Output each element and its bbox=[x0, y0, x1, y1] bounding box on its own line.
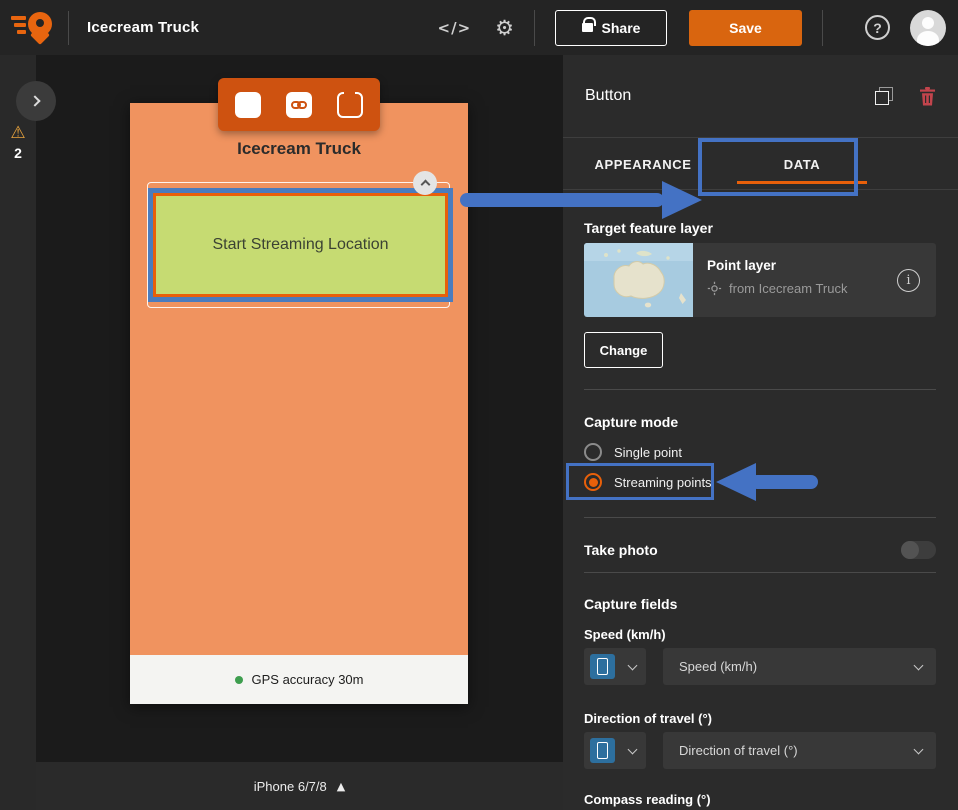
device-selector[interactable]: iPhone 6/7/8 ▲ bbox=[36, 762, 563, 810]
collapse-group-button[interactable] bbox=[413, 171, 437, 195]
tab-data[interactable]: DATA bbox=[723, 139, 881, 189]
active-tab-underline bbox=[737, 181, 867, 184]
share-button-label: Share bbox=[601, 19, 641, 36]
help-button[interactable]: ? bbox=[865, 15, 890, 40]
chevron-down-icon bbox=[627, 744, 638, 754]
section-divider bbox=[584, 389, 936, 390]
chevron-down-icon bbox=[627, 660, 638, 670]
target-layer-heading: Target feature layer bbox=[584, 220, 713, 236]
capture-mode-heading: Capture mode bbox=[584, 414, 679, 430]
panel-title: Button bbox=[585, 87, 632, 104]
left-sidebar: ⚠ 2 bbox=[0, 55, 36, 810]
radio-streaming-points-label: Streaming points bbox=[614, 474, 712, 490]
take-photo-toggle[interactable] bbox=[901, 541, 936, 559]
chevron-down-icon bbox=[913, 660, 924, 670]
outline-square-icon bbox=[337, 90, 363, 118]
info-icon: i bbox=[906, 273, 911, 288]
toolbar-outline-style-button[interactable] bbox=[337, 90, 363, 118]
change-layer-button[interactable]: Change bbox=[584, 332, 663, 368]
share-button[interactable]: Share bbox=[555, 9, 667, 46]
save-button[interactable]: Save bbox=[689, 9, 802, 46]
toolbar-link-button[interactable] bbox=[286, 91, 312, 118]
radio-single-point[interactable]: Single point bbox=[584, 443, 682, 461]
gps-dot-icon bbox=[234, 675, 243, 684]
selection-toolbar bbox=[218, 78, 380, 131]
panel-tabs: APPEARANCE DATA bbox=[563, 139, 958, 190]
point-symbol-icon bbox=[707, 281, 722, 296]
panel-header: Button bbox=[563, 55, 958, 138]
chevron-down-icon bbox=[913, 744, 924, 754]
direction-device-select[interactable] bbox=[584, 732, 646, 769]
speed-field-label: Speed (km/h) bbox=[584, 627, 666, 642]
preview-capture-button[interactable]: Start Streaming Location bbox=[153, 193, 448, 297]
capture-fields-heading: Capture fields bbox=[584, 596, 678, 612]
layer-source: from Icecream Truck bbox=[729, 281, 848, 296]
header-divider bbox=[822, 9, 823, 46]
smartphone-icon bbox=[590, 738, 615, 763]
layer-info-button[interactable]: i bbox=[897, 269, 920, 292]
radio-selected-icon bbox=[584, 473, 602, 491]
lock-icon bbox=[581, 17, 596, 32]
section-divider bbox=[584, 517, 936, 518]
triangle-up-icon: ▲ bbox=[336, 779, 346, 793]
speed-device-select[interactable] bbox=[584, 648, 646, 685]
filled-square-icon bbox=[235, 91, 261, 118]
trash-icon bbox=[920, 86, 935, 105]
layer-card[interactable]: Point layer from Icecream Truck i bbox=[584, 243, 936, 317]
expand-panel-button[interactable] bbox=[16, 81, 56, 121]
direction-field-select[interactable]: Direction of travel (°) bbox=[663, 732, 936, 769]
section-divider bbox=[584, 572, 936, 573]
device-label: iPhone 6/7/8 bbox=[253, 778, 327, 794]
user-avatar[interactable] bbox=[910, 9, 946, 46]
speed-field-select[interactable]: Speed (km/h) bbox=[663, 648, 936, 685]
link-icon bbox=[286, 91, 312, 118]
quickcapture-logo-icon bbox=[10, 10, 56, 46]
gear-icon[interactable]: ⚙ bbox=[495, 16, 514, 40]
direction-field-label: Direction of travel (°) bbox=[584, 711, 712, 726]
header-divider bbox=[68, 10, 69, 45]
warning-indicator[interactable]: ⚠ 2 bbox=[0, 123, 36, 161]
gps-accuracy-text: GPS accuracy 30m bbox=[251, 672, 364, 687]
gps-status-bar: GPS accuracy 30m bbox=[130, 655, 468, 704]
properties-panel: Button APPEARANCE DATA Target feature la bbox=[563, 55, 958, 810]
header-divider bbox=[534, 9, 535, 46]
smartphone-icon bbox=[590, 654, 615, 679]
compass-field-label: Compass reading (°) bbox=[584, 792, 711, 807]
tab-data-label: DATA bbox=[783, 156, 821, 172]
tab-appearance[interactable]: APPEARANCE bbox=[563, 139, 723, 189]
delete-button[interactable] bbox=[919, 86, 936, 106]
chevron-right-icon bbox=[28, 95, 41, 107]
chevron-up-icon bbox=[420, 179, 430, 190]
toolbar-solid-style-button[interactable] bbox=[235, 91, 261, 118]
design-canvas: Icecream Truck GPS accuracy 30m Start St… bbox=[36, 55, 563, 762]
layer-name: Point layer bbox=[707, 258, 777, 273]
speed-field-value: Speed (km/h) bbox=[679, 659, 758, 674]
radio-unselected-icon bbox=[584, 443, 602, 461]
warning-icon: ⚠ bbox=[10, 123, 26, 143]
code-icon[interactable]: </> bbox=[438, 19, 472, 37]
project-title: Icecream Truck bbox=[87, 19, 200, 36]
warning-count: 2 bbox=[14, 145, 22, 161]
radio-streaming-points[interactable]: Streaming points bbox=[584, 473, 712, 491]
question-icon: ? bbox=[873, 19, 882, 36]
take-photo-label: Take photo bbox=[584, 542, 658, 558]
radio-single-point-label: Single point bbox=[614, 444, 682, 460]
direction-field-value: Direction of travel (°) bbox=[679, 743, 798, 758]
copy-icon bbox=[875, 87, 893, 105]
duplicate-button[interactable] bbox=[875, 87, 893, 105]
app-header: Icecream Truck </> ⚙ Share Save ? bbox=[0, 0, 958, 55]
map-thumbnail bbox=[584, 243, 693, 317]
